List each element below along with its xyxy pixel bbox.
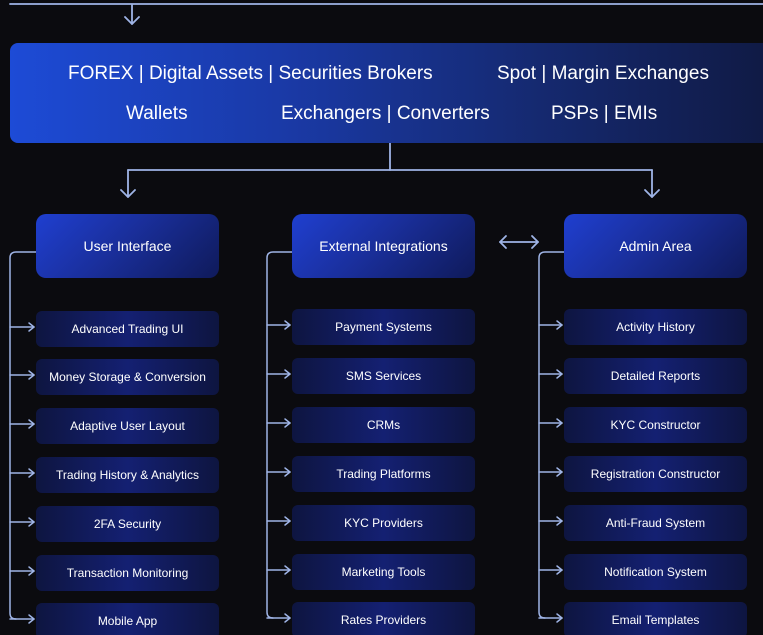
- bracket-arrow-head: [556, 418, 563, 428]
- admin-area-item: Registration Constructor: [564, 456, 747, 492]
- admin-area-header: Admin Area: [564, 214, 747, 278]
- user-interface-item: Adaptive User Layout: [36, 408, 219, 444]
- admin-area-item: Notification System: [564, 554, 747, 590]
- bracket-arrow-head: [28, 517, 35, 527]
- bracket-arrow-head: [284, 418, 291, 428]
- bracket-arrow-head: [556, 467, 563, 477]
- external-integrations-item: Payment Systems: [292, 309, 475, 345]
- bracket-arrow-head: [284, 516, 291, 526]
- banner-label-brokers: FOREX | Digital Assets | Securities Brok…: [68, 63, 433, 84]
- right-split-arrow: [644, 189, 660, 198]
- bracket-arrow-head: [556, 369, 563, 379]
- bracket-spine: [9, 251, 37, 620]
- diagram-canvas: FOREX | Digital Assets | Securities Brok…: [0, 0, 763, 635]
- bracket-arrow-head: [28, 419, 35, 429]
- user-interface-item: Mobile App: [36, 603, 219, 635]
- left-split-arrow: [120, 189, 136, 198]
- user-interface-item: Advanced Trading UI: [36, 311, 219, 347]
- bracket-arrow-head: [556, 516, 563, 526]
- user-interface-header: User Interface: [36, 214, 219, 278]
- bracket-arrow-head: [28, 370, 35, 380]
- external-integrations-item: CRMs: [292, 407, 475, 443]
- user-interface-item: 2FA Security: [36, 506, 219, 542]
- bracket-arrow-head: [28, 566, 35, 576]
- admin-area-item: KYC Constructor: [564, 407, 747, 443]
- double-arrow-left: [499, 235, 507, 249]
- bracket-arrow-head: [556, 565, 563, 575]
- business-types-banner: FOREX | Digital Assets | Securities Brok…: [10, 43, 763, 143]
- banner-label-converters: Exchangers | Converters: [281, 103, 490, 124]
- external-integrations-item: KYC Providers: [292, 505, 475, 541]
- external-integrations-item: Marketing Tools: [292, 554, 475, 590]
- banner-label-exchanges: Spot | Margin Exchanges: [497, 63, 709, 84]
- external-integrations-item: Rates Providers: [292, 602, 475, 635]
- bracket-arrow-head: [28, 614, 35, 624]
- user-interface-item: Trading History & Analytics: [36, 457, 219, 493]
- external-integrations-item: SMS Services: [292, 358, 475, 394]
- bracket-arrow-head: [28, 468, 35, 478]
- bracket-arrow-head: [284, 613, 291, 623]
- banner-label-wallets: Wallets: [126, 103, 188, 124]
- bracket-arrow-head: [556, 613, 563, 623]
- external-integrations-item: Trading Platforms: [292, 456, 475, 492]
- admin-area-item: Detailed Reports: [564, 358, 747, 394]
- admin-area-item: Activity History: [564, 309, 747, 345]
- double-arrow-right: [531, 235, 539, 249]
- bracket-arrow-head: [284, 320, 291, 330]
- admin-area-item: Email Templates: [564, 602, 747, 635]
- user-interface-item: Transaction Monitoring: [36, 555, 219, 591]
- bracket-spine: [538, 251, 566, 619]
- user-interface-item: Money Storage & Conversion: [36, 359, 219, 395]
- bracket-arrow-head: [284, 467, 291, 477]
- top-arrow-head: [124, 16, 140, 25]
- bracket-arrow-head: [28, 322, 35, 332]
- admin-area-item: Anti-Fraud System: [564, 505, 747, 541]
- external-integrations-header: External Integrations: [292, 214, 475, 278]
- bracket-arrow-head: [556, 320, 563, 330]
- bracket-spine: [266, 251, 294, 619]
- bracket-arrow-head: [284, 369, 291, 379]
- bracket-arrow-head: [284, 565, 291, 575]
- banner-label-psps: PSPs | EMIs: [551, 103, 658, 124]
